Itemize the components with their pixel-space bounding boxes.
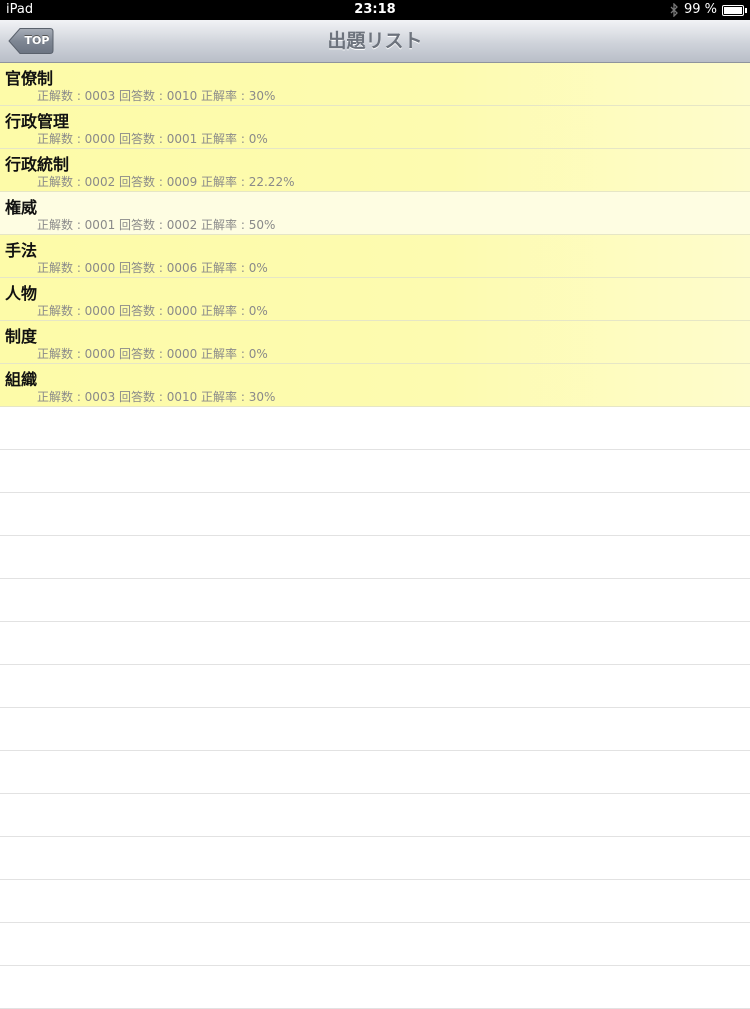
top-back-button[interactable]: TOP bbox=[8, 27, 54, 55]
status-time: 23:18 bbox=[354, 2, 396, 17]
bluetooth-icon bbox=[669, 2, 679, 18]
battery-fill bbox=[724, 6, 742, 14]
list-item-title: 権威 bbox=[5, 198, 38, 217]
empty-list-row bbox=[0, 622, 750, 665]
list-item[interactable]: 行政統制 正解数 : 0002 回答数 : 0009 正解率 : 22.22% bbox=[0, 149, 750, 192]
list-item-stats: 正解数 : 0000 回答数 : 0000 正解率 : 0% bbox=[37, 304, 268, 318]
status-right: 99 % bbox=[669, 0, 747, 20]
list-item[interactable]: 官僚制 正解数 : 0003 回答数 : 0010 正解率 : 30% bbox=[0, 63, 750, 106]
list-item-title: 手法 bbox=[5, 241, 38, 260]
empty-list-row bbox=[0, 579, 750, 622]
list-item-title: 行政管理 bbox=[5, 112, 70, 131]
status-bar: iPad 23:18 99 % bbox=[0, 0, 750, 20]
empty-list-row bbox=[0, 751, 750, 794]
list-item-title: 官僚制 bbox=[5, 69, 54, 88]
list-item[interactable]: 手法 正解数 : 0000 回答数 : 0006 正解率 : 0% bbox=[0, 235, 750, 278]
empty-list-row bbox=[0, 536, 750, 579]
list-item-stats: 正解数 : 0003 回答数 : 0010 正解率 : 30% bbox=[37, 89, 276, 103]
list-item-stats: 正解数 : 0000 回答数 : 0006 正解率 : 0% bbox=[37, 261, 268, 275]
empty-list-row bbox=[0, 923, 750, 966]
empty-list-row bbox=[0, 837, 750, 880]
list-item-stats: 正解数 : 0000 回答数 : 0001 正解率 : 0% bbox=[37, 132, 268, 146]
list-item-title: 組織 bbox=[5, 370, 38, 389]
list-item-stats: 正解数 : 0000 回答数 : 0000 正解率 : 0% bbox=[37, 347, 268, 361]
empty-list-row bbox=[0, 450, 750, 493]
list-item[interactable]: 人物 正解数 : 0000 回答数 : 0000 正解率 : 0% bbox=[0, 278, 750, 321]
empty-list-row bbox=[0, 407, 750, 450]
list-item-title: 制度 bbox=[5, 327, 38, 346]
list-item-title: 行政統制 bbox=[5, 155, 70, 174]
empty-list-row bbox=[0, 665, 750, 708]
battery-percent: 99 % bbox=[683, 2, 717, 17]
battery-icon bbox=[722, 4, 747, 16]
empty-list-row bbox=[0, 708, 750, 751]
empty-list-row bbox=[0, 966, 750, 1009]
empty-list-row bbox=[0, 880, 750, 923]
question-list: 官僚制 正解数 : 0003 回答数 : 0010 正解率 : 30% 行政管理 正解… bbox=[0, 63, 750, 1009]
list-item[interactable]: 組織 正解数 : 0003 回答数 : 0010 正解率 : 30% bbox=[0, 364, 750, 407]
back-button-label: TOP bbox=[24, 34, 50, 47]
empty-list-row bbox=[0, 493, 750, 536]
list-item[interactable]: 権威 正解数 : 0001 回答数 : 0002 正解率 : 50% bbox=[0, 192, 750, 235]
list-item[interactable]: 行政管理 正解数 : 0000 回答数 : 0001 正解率 : 0% bbox=[0, 106, 750, 149]
navigation-bar: 出題リスト TOP bbox=[0, 20, 750, 63]
empty-list-row bbox=[0, 794, 750, 837]
page-title: 出題リスト bbox=[327, 30, 423, 52]
list-item-stats: 正解数 : 0003 回答数 : 0010 正解率 : 30% bbox=[37, 390, 276, 404]
list-item-stats: 正解数 : 0001 回答数 : 0002 正解率 : 50% bbox=[37, 218, 276, 232]
list-item[interactable]: 制度 正解数 : 0000 回答数 : 0000 正解率 : 0% bbox=[0, 321, 750, 364]
list-item-stats: 正解数 : 0002 回答数 : 0009 正解率 : 22.22% bbox=[37, 175, 295, 189]
list-item-title: 人物 bbox=[5, 284, 38, 303]
